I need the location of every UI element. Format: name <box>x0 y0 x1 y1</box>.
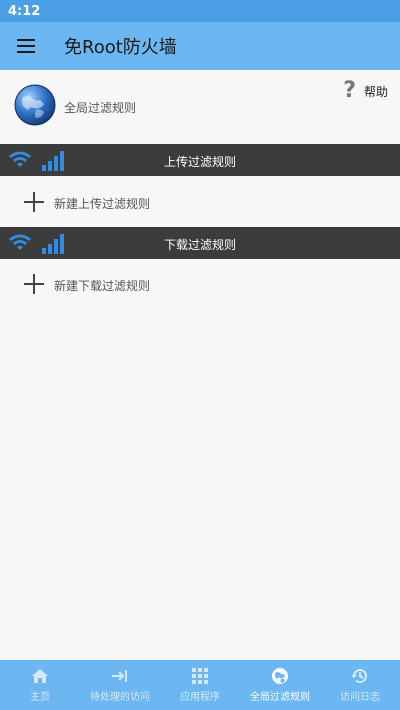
nav-global-rules-label: 全局过滤规则 <box>250 692 310 703</box>
globe-icon <box>14 84 56 126</box>
app-title: 免Root防火墙 <box>64 37 177 58</box>
menu-icon <box>17 39 35 53</box>
bottom-navigation: 主页 待处理的访问 应用程序 全局过滤规则 访问日志 <box>0 660 400 710</box>
menu-button[interactable] <box>0 22 52 70</box>
nav-access-log-label: 访问日志 <box>340 692 380 703</box>
plus-icon <box>24 192 44 212</box>
help-label: 帮助 <box>363 84 388 99</box>
nav-pending-access-label: 待处理的访问 <box>90 692 150 703</box>
download-section-header: 下载过滤规则 <box>0 227 400 259</box>
nav-access-log[interactable]: 访问日志 <box>320 660 400 710</box>
globe-icon <box>272 668 288 684</box>
nav-apps[interactable]: 应用程序 <box>160 660 240 710</box>
grid-icon <box>192 668 208 684</box>
nav-global-rules[interactable]: 全局过滤规则 <box>240 660 320 710</box>
global-rules-label: 全局过滤规则 <box>64 101 137 115</box>
nav-home[interactable]: 主页 <box>0 660 80 710</box>
screen: 4:12 免Root防火墙 全局过滤规则 ? 帮助 上传过滤规则 新建上传过滤规… <box>0 0 400 710</box>
nav-home-label: 主页 <box>30 692 50 703</box>
history-icon <box>351 669 367 684</box>
status-time: 4:12 <box>8 3 41 19</box>
upload-section-title: 上传过滤规则 <box>163 155 236 169</box>
add-upload-rule-label: 新建上传过滤规则 <box>54 197 151 211</box>
help-icon: ? <box>343 78 356 103</box>
add-upload-rule-button[interactable]: 新建上传过滤规则 <box>0 182 400 222</box>
add-download-rule-button[interactable]: 新建下载过滤规则 <box>0 264 400 304</box>
plus-icon <box>24 274 44 294</box>
home-icon <box>32 669 48 683</box>
global-rules-header: 全局过滤规则 ? 帮助 <box>0 70 400 142</box>
app-bar: 免Root防火墙 <box>0 22 400 70</box>
arrow-to-bar-icon <box>112 670 127 682</box>
upload-section-header: 上传过滤规则 <box>0 144 400 176</box>
download-section-title: 下载过滤规则 <box>163 238 236 252</box>
nav-apps-label: 应用程序 <box>180 692 220 703</box>
help-button[interactable]: ? 帮助 <box>343 80 388 102</box>
status-bar: 4:12 <box>0 0 400 22</box>
add-download-rule-label: 新建下载过滤规则 <box>54 279 151 293</box>
nav-pending-access[interactable]: 待处理的访问 <box>80 660 160 710</box>
